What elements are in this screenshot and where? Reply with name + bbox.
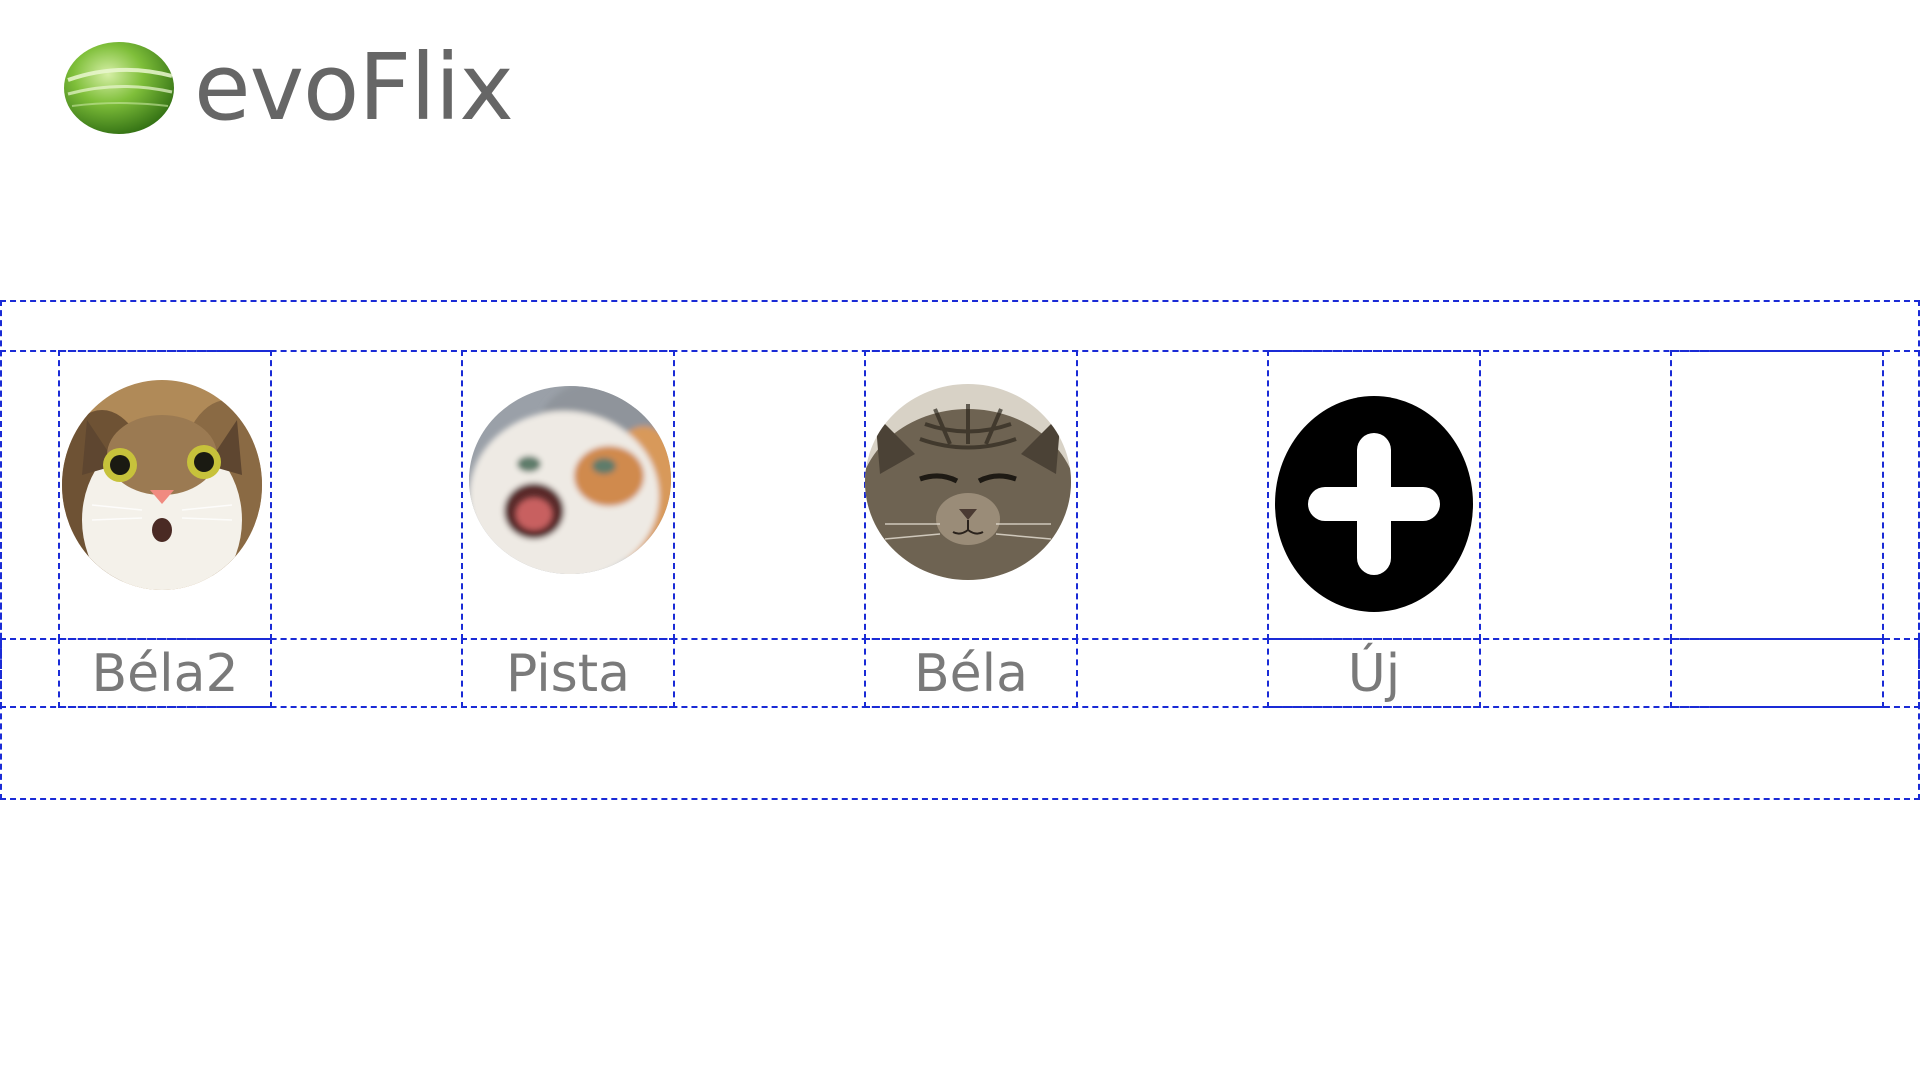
profile-label-2[interactable]: Pista <box>461 645 675 703</box>
cat-screaming-avatar[interactable] <box>469 386 671 574</box>
profile-card-empty <box>1670 350 1884 640</box>
cat-tabby-avatar[interactable] <box>865 384 1071 580</box>
profile-label-3[interactable]: Béla <box>864 645 1078 703</box>
cat-surprised-avatar[interactable] <box>62 380 262 590</box>
profile-label-add[interactable]: Új <box>1267 645 1481 703</box>
plus-circle-icon[interactable] <box>1274 395 1474 613</box>
green-sphere-logo-icon <box>64 42 174 134</box>
brand-name: evoFlix <box>194 34 514 141</box>
profile-select-page: evoFlix Béla2 Pista Béla Új <box>0 0 1920 1080</box>
profile-label-1[interactable]: Béla2 <box>58 645 272 703</box>
profile-card-empty-label-box <box>1670 638 1884 708</box>
brand-logo[interactable]: evoFlix <box>62 34 514 141</box>
